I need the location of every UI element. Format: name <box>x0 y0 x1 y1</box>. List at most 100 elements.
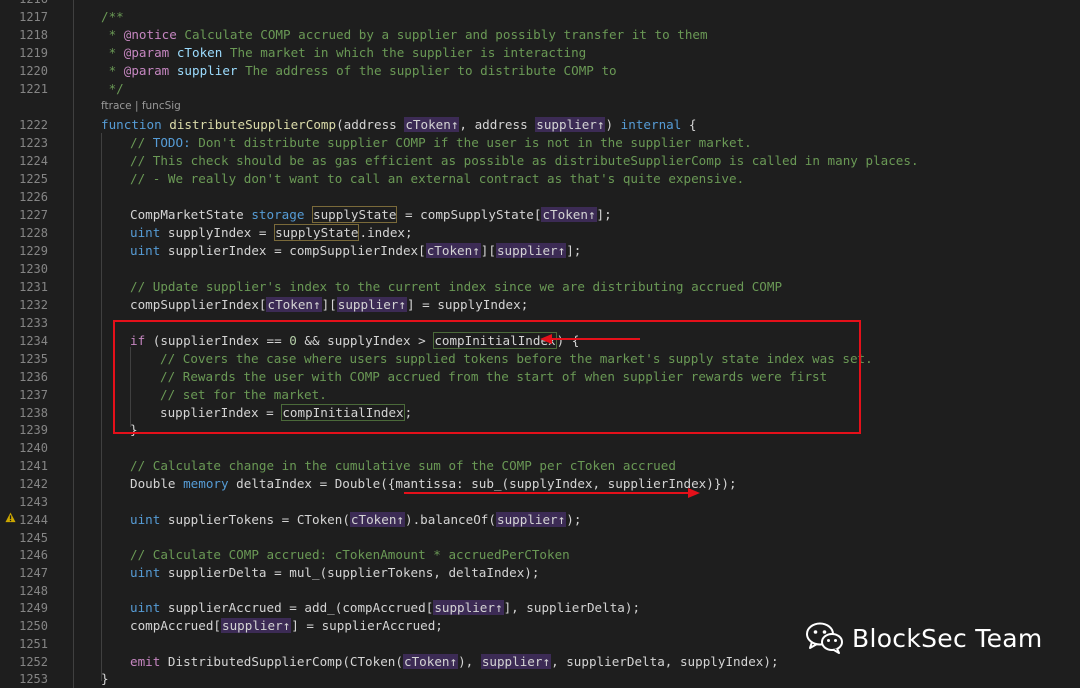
line-number: 1250 <box>19 619 48 633</box>
code-editor[interactable]: 1216 1217 1218 1219 1220 1221 1222 1223 1224 1225… <box>0 0 1080 688</box>
code-text: DistributedSupplierComp(CToken( <box>160 654 403 669</box>
line-number: 1218 <box>19 28 48 42</box>
code-text: ) <box>605 117 621 132</box>
line-number: 1237 <box>19 388 48 402</box>
code-text: ], supplierDelta); <box>503 600 641 615</box>
line-number-gutter: 1216 1217 1218 1219 1220 1221 1222 1223 1224 1225… <box>0 0 60 688</box>
code-text: supplierDelta = mul_(supplierTokens, del… <box>160 565 540 580</box>
keyword: uint <box>130 243 161 258</box>
comment: Don't distribute supplier COMP if the us… <box>190 135 752 150</box>
line-number: 1216 <box>0 0 48 8</box>
comment: // Calculate change in the cumulative su… <box>130 458 676 473</box>
code-text: .index; <box>359 225 413 240</box>
line-number: 1223 <box>19 136 48 150</box>
line-number: 1251 <box>19 637 48 651</box>
param-ref: supplier↑ <box>433 600 504 615</box>
watermark: BlockSec Team <box>806 622 1043 654</box>
param-ref: supplier↑ <box>495 512 567 527</box>
highlighted-symbol: supplyState <box>312 206 398 223</box>
comment: // Update supplier's index to the curren… <box>130 279 783 294</box>
code-line-1223: // TODO: Don't distribute supplier COMP … <box>130 134 752 151</box>
comment: /** <box>101 9 124 24</box>
doc-tag: @notice <box>123 27 177 42</box>
param-ref: supplier↑ <box>480 654 552 669</box>
line-number: 1243 <box>19 495 48 509</box>
watermark-text: BlockSec Team <box>852 623 1043 653</box>
comment: */ <box>101 81 124 96</box>
code-line-1220: * @param supplier The address of the sup… <box>101 62 617 79</box>
indent-guide <box>73 0 74 688</box>
comment: // This check should be as gas efficient… <box>130 153 919 168</box>
line-number: 1253 <box>19 672 48 686</box>
keyword: uint <box>130 600 161 615</box>
code-text: ), <box>458 654 481 669</box>
code-line-1229: uint supplierIndex = compSupplierIndex[c… <box>130 242 581 259</box>
code-line-1219: * @param cToken The market in which the … <box>101 44 587 61</box>
param-ref: cToken↑ <box>402 654 459 669</box>
left-arrow-annotation <box>540 334 640 344</box>
comment: // Calculate COMP accrued: cTokenAmount … <box>130 547 570 562</box>
code-line-1217: /** <box>101 8 124 25</box>
code-line-1232: compSupplierIndex[cToken↑][supplier↑] = … <box>130 296 528 313</box>
code-text: supplierAccrued = add_(compAccrued[ <box>160 600 434 615</box>
line-number: 1234 <box>19 334 48 348</box>
line-number: 1239 <box>19 423 48 437</box>
code-line-1247: uint supplierDelta = mul_(supplierTokens… <box>130 564 539 581</box>
param-ref: supplier↑ <box>221 618 292 633</box>
line-number: 1225 <box>19 172 48 186</box>
line-number: 1233 <box>19 316 48 330</box>
warning-icon[interactable] <box>5 512 16 523</box>
line-number: 1242 <box>19 477 48 491</box>
code-line-1228: uint supplyIndex = supplyState.index; <box>130 224 413 241</box>
code-text: ][ <box>321 297 337 312</box>
code-line-1250: compAccrued[supplier↑] = supplierAccrued… <box>130 617 443 634</box>
code-line-1246: // Calculate COMP accrued: cTokenAmount … <box>130 546 570 563</box>
keyword: internal <box>620 117 682 132</box>
param-ref: supplier↑ <box>336 297 407 312</box>
line-number: 1217 <box>19 10 48 24</box>
comment: * <box>101 63 124 78</box>
code-line-1225: // - We really don't want to call an ext… <box>130 170 744 187</box>
code-line-1249: uint supplierAccrued = add_(compAccrued[… <box>130 599 640 616</box>
code-text: CompMarketState <box>130 207 252 222</box>
line-number: 1238 <box>19 406 48 420</box>
code-line-1241: // Calculate change in the cumulative su… <box>130 457 676 474</box>
keyword: uint <box>130 225 161 240</box>
line-number: 1245 <box>19 531 48 545</box>
param-ref: cToken↑ <box>266 297 322 312</box>
line-number: 1230 <box>19 262 48 276</box>
line-number: 1236 <box>19 370 48 384</box>
code-text: supplierTokens = CToken( <box>160 512 350 527</box>
code-text: ).balanceOf( <box>404 512 496 527</box>
line-number: 1221 <box>19 82 48 96</box>
code-text: ][ <box>480 243 496 258</box>
code-text: ] = supplierAccrued; <box>291 618 443 633</box>
keyword: function <box>101 117 162 132</box>
line-number: 1240 <box>19 441 48 455</box>
code-line-1244: uint supplierTokens = CToken(cToken↑).ba… <box>130 511 581 528</box>
doc-param: cToken <box>169 45 223 60</box>
doc-tag: @param <box>123 63 170 78</box>
code-text: { <box>681 117 697 132</box>
keyword: uint <box>130 512 161 527</box>
highlighted-symbol: supplyState <box>274 224 360 241</box>
param-ref: supplier↑ <box>535 117 606 132</box>
code-text: } <box>101 671 109 686</box>
line-number: 1248 <box>19 584 48 598</box>
param-ref: cToken↑ <box>425 243 481 258</box>
line-number: 1235 <box>19 352 48 366</box>
line-number: 1220 <box>19 64 48 78</box>
comment: Calculate COMP accrued by a supplier and… <box>176 27 708 42</box>
comment: // - We really don't want to call an ext… <box>130 171 745 186</box>
codelens-links[interactable]: ftrace | funcSig <box>101 99 181 113</box>
line-number: 1226 <box>19 190 48 204</box>
keyword: uint <box>130 565 161 580</box>
code-line-1218: * @notice Calculate COMP accrued by a su… <box>101 26 708 43</box>
code-text: ); <box>566 512 582 527</box>
keyword: storage <box>251 207 305 222</box>
param-ref: cToken↑ <box>404 117 460 132</box>
highlight-box <box>113 320 861 434</box>
line-number: 1229 <box>19 244 48 258</box>
indent-guide <box>101 133 102 681</box>
